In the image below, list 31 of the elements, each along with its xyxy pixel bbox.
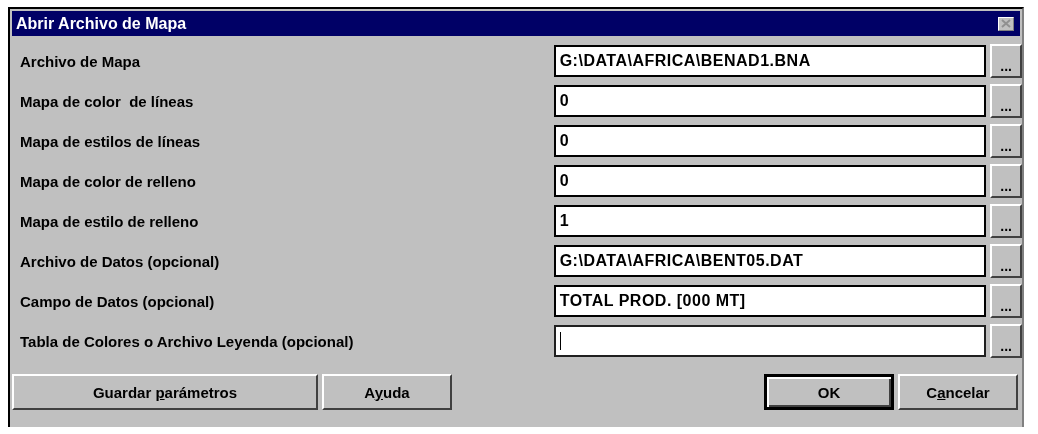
- field-label: Archivo de Mapa: [20, 52, 142, 70]
- field-label: Mapa de color de líneas: [20, 92, 195, 110]
- input-field[interactable]: TOTAL PROD. [000 MT]: [553, 285, 987, 317]
- input-field[interactable]: 0: [553, 125, 987, 157]
- dialog-button[interactable]: Ayuda: [322, 374, 452, 410]
- browse-button[interactable]: ...: [990, 44, 1022, 78]
- field-label: Campo de Datos (opcional): [20, 292, 216, 310]
- close-icon: [1001, 19, 1011, 28]
- close-button[interactable]: [998, 16, 1014, 31]
- dialog-button[interactable]: OK: [764, 374, 894, 410]
- dialog-button[interactable]: Cancelar: [898, 374, 1018, 410]
- browse-button[interactable]: ...: [990, 204, 1022, 238]
- field-label: Mapa de color de relleno: [20, 172, 197, 190]
- input-field[interactable]: 1: [553, 205, 987, 237]
- field-label: Mapa de estilos de líneas: [20, 132, 202, 150]
- window-title: Abrir Archivo de Mapa: [16, 14, 187, 33]
- input-field[interactable]: G:\DATA\AFRICA\BENAD1.BNA: [553, 45, 987, 77]
- dialog-button[interactable]: Guardar parámetros: [12, 374, 318, 410]
- browse-button[interactable]: ...: [990, 84, 1022, 118]
- field-label: Mapa de estilo de relleno: [20, 212, 200, 230]
- browse-button[interactable]: ...: [990, 164, 1022, 198]
- input-field[interactable]: [553, 325, 987, 357]
- input-field[interactable]: G:\DATA\AFRICA\BENT05.DAT: [553, 245, 987, 277]
- browse-button[interactable]: ...: [990, 244, 1022, 278]
- field-label: Tabla de Colores o Archivo Leyenda (opcional): [20, 332, 355, 350]
- input-field[interactable]: 0: [553, 165, 987, 197]
- browse-button[interactable]: ...: [990, 324, 1022, 358]
- browse-button[interactable]: ...: [990, 284, 1022, 318]
- input-field[interactable]: 0: [553, 85, 987, 117]
- field-label: Archivo de Datos (opcional): [20, 252, 221, 270]
- browse-button[interactable]: ...: [990, 124, 1022, 158]
